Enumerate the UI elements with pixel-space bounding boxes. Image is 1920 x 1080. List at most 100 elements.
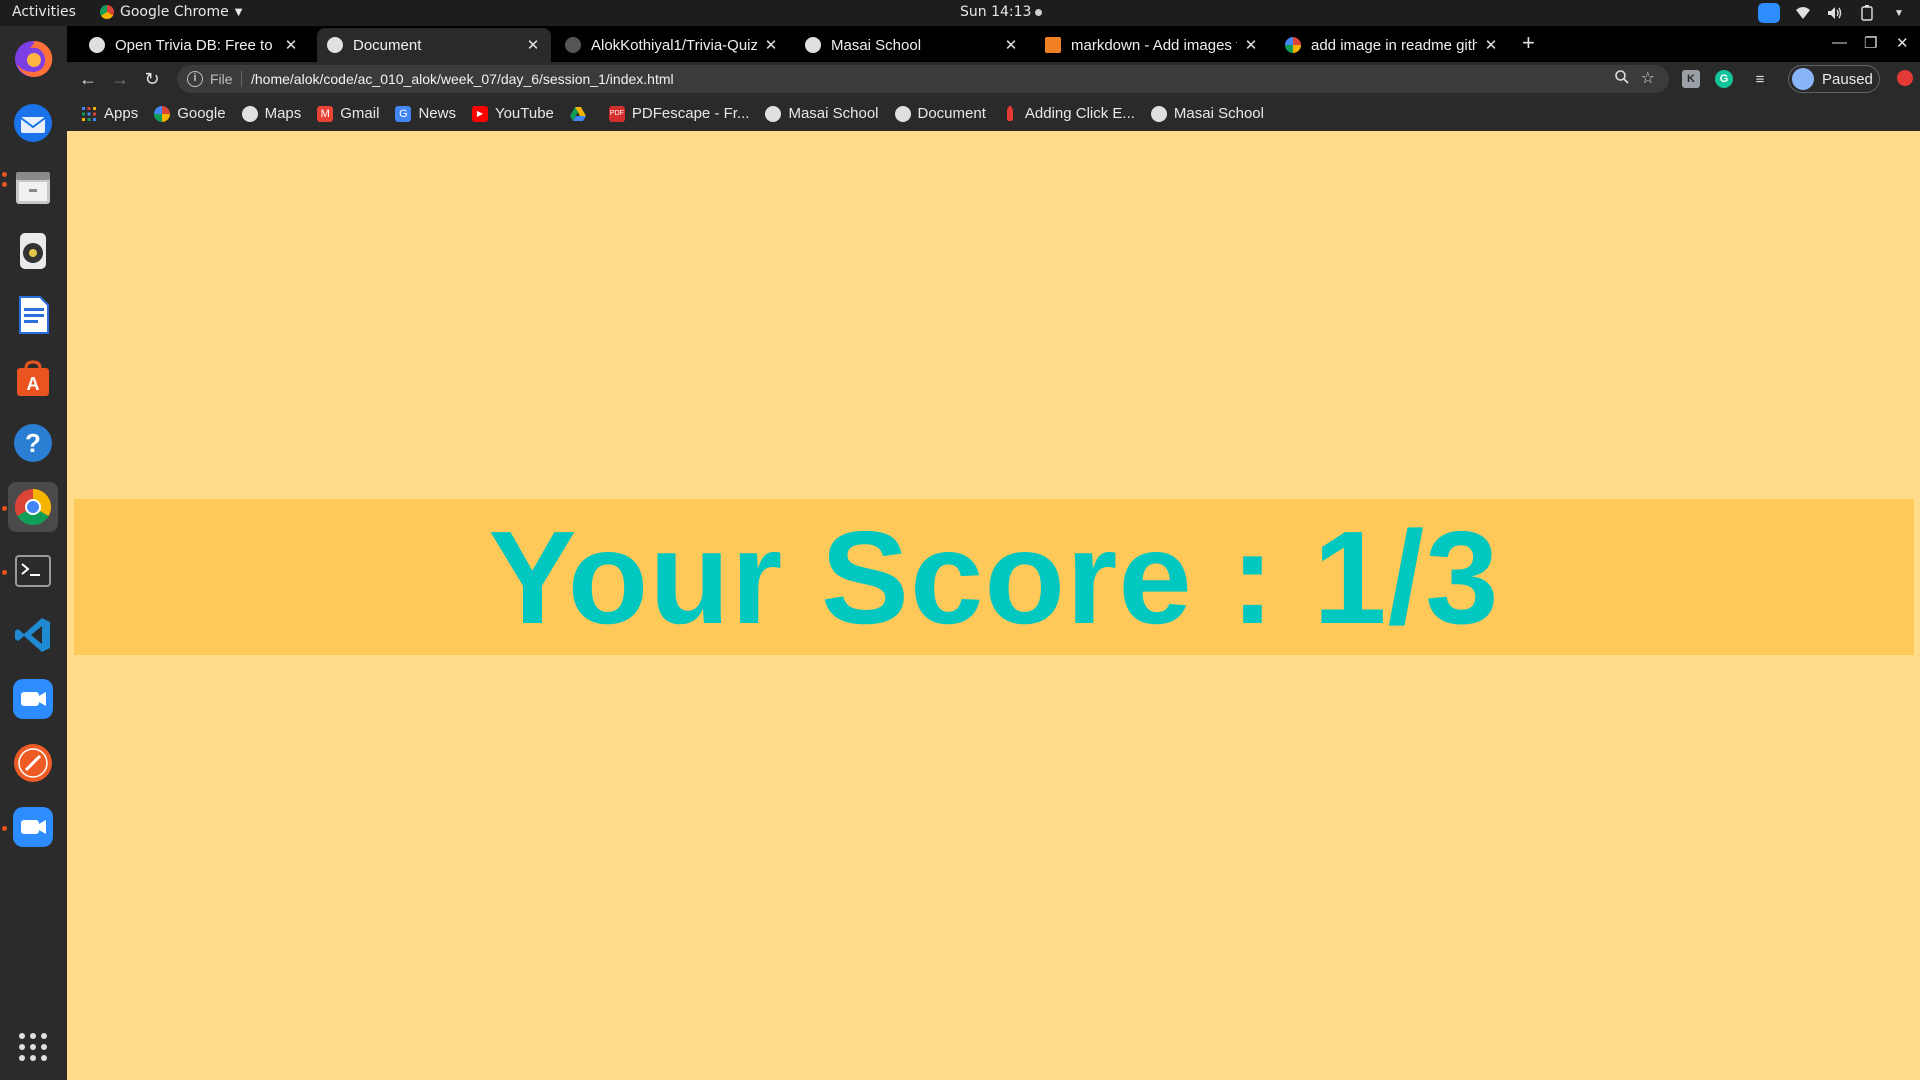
bookmark-label: News — [418, 105, 456, 122]
tab-markdown-stackoverflow[interactable]: markdown - Add images t ✕ — [1035, 28, 1269, 62]
globe-icon — [327, 37, 343, 53]
bookmark-gmail[interactable]: M Gmail — [317, 105, 379, 122]
bookmark-star-icon[interactable]: ☆ — [1641, 68, 1655, 88]
reload-icon[interactable]: ↻ — [141, 68, 163, 90]
youtube-icon: ▶ — [471, 105, 488, 122]
system-tray[interactable]: ▼ — [1758, 3, 1908, 23]
close-tab-icon[interactable]: ✕ — [283, 36, 299, 54]
minimize-icon[interactable]: — — [1832, 34, 1847, 51]
bookmark-label: Maps — [264, 105, 302, 122]
tab-github-trivia-quiz[interactable]: AlokKothiyal1/Trivia-Quiz ✕ — [555, 28, 789, 62]
reading-list-icon[interactable]: ≡ — [1751, 70, 1769, 88]
zoom-icon[interactable] — [8, 802, 58, 852]
svg-text:A: A — [27, 374, 40, 394]
tab-title: AlokKothiyal1/Trivia-Quiz — [591, 36, 757, 54]
close-tab-icon[interactable]: ✕ — [525, 36, 541, 54]
profile-status-label: Paused — [1822, 70, 1873, 88]
bookmark-youtube[interactable]: ▶ YouTube — [471, 105, 554, 122]
volume-icon[interactable] — [1826, 4, 1844, 22]
close-window-icon[interactable]: ✕ — [1896, 34, 1909, 52]
tab-title: Document — [353, 36, 422, 54]
avatar — [1792, 68, 1814, 90]
github-icon — [565, 37, 581, 53]
bookmark-drive[interactable] — [569, 106, 593, 122]
rhythmbox-icon[interactable] — [8, 226, 58, 276]
clock[interactable]: Sun 14:13 — [960, 4, 1043, 20]
forward-arrow-icon[interactable]: → — [109, 68, 131, 90]
restore-icon[interactable]: ❐ — [1864, 34, 1877, 52]
close-tab-icon[interactable]: ✕ — [1483, 36, 1499, 54]
info-icon[interactable]: i — [187, 71, 203, 87]
show-applications-icon[interactable] — [8, 1022, 58, 1072]
firefox-icon[interactable] — [8, 34, 58, 84]
libreoffice-writer-icon[interactable] — [8, 290, 58, 340]
tab-open-trivia-db[interactable]: Open Trivia DB: Free to us ✕ — [79, 28, 309, 62]
bookmark-masai-school-2[interactable]: Masai School — [1150, 105, 1264, 122]
bookmark-apps[interactable]: Apps — [81, 105, 138, 122]
url-scheme-label: File — [210, 71, 233, 87]
bookmark-pdfescape[interactable]: PDF PDFescape - Fr... — [608, 105, 749, 122]
battery-icon[interactable] — [1858, 4, 1876, 22]
terminal-icon[interactable] — [8, 546, 58, 596]
bookmark-label: Masai School — [1173, 105, 1264, 122]
globe-icon — [1150, 105, 1167, 122]
thunderbird-icon[interactable] — [8, 98, 58, 148]
extension-k-icon[interactable]: K — [1682, 70, 1700, 88]
running-indicator-icon — [2, 172, 7, 177]
bookmark-adding-click[interactable]: Adding Click E... — [1002, 105, 1135, 122]
files-icon[interactable] — [8, 162, 58, 212]
activities-button[interactable]: Activities — [12, 4, 76, 20]
chevron-down-icon: ▼ — [234, 6, 243, 18]
browser-toolbar: ← → ↻ i File ☆ K G ≡ Paused — [67, 62, 1920, 96]
bookmark-label: Gmail — [340, 105, 380, 122]
notification-dot-icon — [1035, 8, 1043, 16]
running-indicator-icon — [2, 182, 7, 187]
zoom-tray-icon[interactable] — [1758, 3, 1780, 23]
pdf-icon: PDF — [608, 105, 625, 122]
globe-icon — [805, 37, 821, 53]
zoom-icon[interactable] — [8, 674, 58, 724]
bookmark-label: Adding Click E... — [1024, 105, 1135, 122]
profile-button[interactable]: Paused — [1788, 65, 1880, 93]
bookmark-news[interactable]: G News — [395, 105, 456, 122]
software-center-icon[interactable]: A — [8, 354, 58, 404]
system-menu-chevron-icon[interactable]: ▼ — [1890, 4, 1908, 22]
help-icon[interactable]: ? — [8, 418, 58, 468]
running-indicator-icon — [2, 506, 7, 511]
chrome-menu-icon[interactable] — [1897, 70, 1913, 86]
postman-icon[interactable] — [8, 738, 58, 788]
globe-icon — [89, 37, 105, 53]
bookmark-document[interactable]: Document — [894, 105, 986, 122]
tab-title: add image in readme gith — [1311, 36, 1477, 54]
grammarly-icon[interactable]: G — [1715, 70, 1733, 88]
vscode-icon[interactable] — [8, 610, 58, 660]
tab-title: markdown - Add images t — [1071, 36, 1237, 54]
wifi-icon[interactable] — [1794, 4, 1812, 22]
bookmark-label: Google — [177, 105, 226, 122]
zoom-magnifier-icon[interactable] — [1615, 70, 1629, 88]
close-tab-icon[interactable]: ✕ — [763, 36, 779, 54]
score-banner: Your Score : 1/3 — [74, 499, 1914, 655]
news-icon: G — [395, 105, 412, 122]
new-tab-button[interactable]: + — [1522, 32, 1535, 54]
app-menu[interactable]: Google Chrome ▼ — [100, 4, 242, 20]
app-menu-label: Google Chrome — [120, 4, 229, 20]
apps-grid-icon — [81, 106, 97, 122]
dock: A ? — [0, 26, 67, 1080]
clock-label: Sun 14:13 — [960, 4, 1032, 20]
back-arrow-icon[interactable]: ← — [77, 68, 99, 90]
running-indicator-icon — [2, 570, 7, 575]
close-tab-icon[interactable]: ✕ — [1003, 36, 1019, 54]
bookmark-google[interactable]: Google — [154, 105, 226, 122]
tab-masai-school[interactable]: Masai School ✕ — [795, 28, 1029, 62]
tab-google-search[interactable]: add image in readme gith ✕ — [1275, 28, 1509, 62]
close-tab-icon[interactable]: ✕ — [1243, 36, 1259, 54]
chrome-icon[interactable] — [8, 482, 58, 532]
address-bar[interactable]: i File ☆ — [177, 65, 1669, 93]
url-input[interactable] — [251, 68, 1551, 90]
globe-icon — [894, 105, 911, 122]
bookmark-maps[interactable]: Maps — [241, 105, 302, 122]
tab-document[interactable]: Document ✕ — [317, 28, 551, 62]
bookmark-masai-school[interactable]: Masai School — [765, 105, 879, 122]
score-text: Your Score : 1/3 — [488, 503, 1500, 651]
